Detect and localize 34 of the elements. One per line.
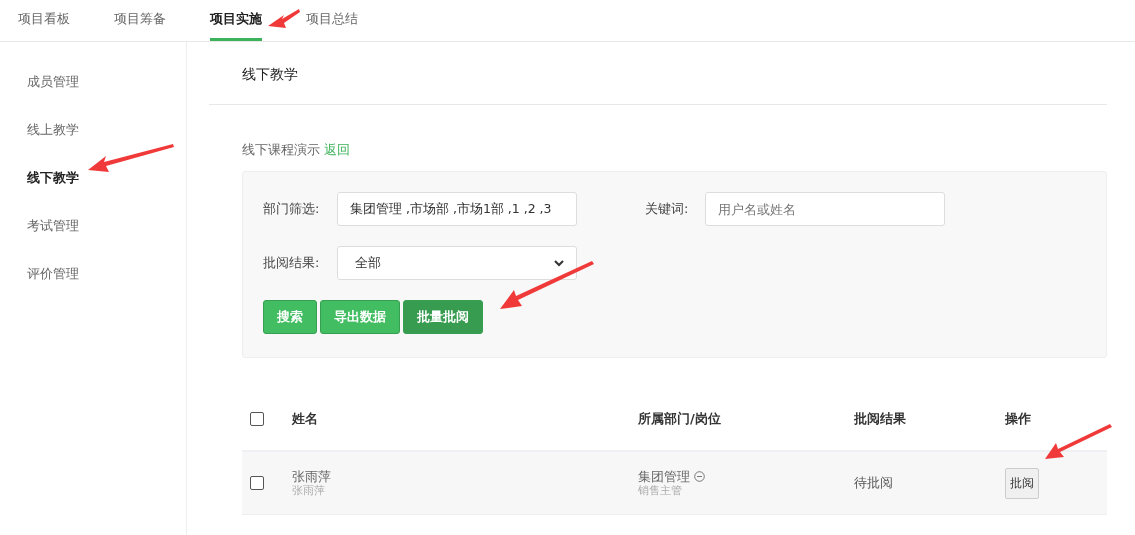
result-dropdown[interactable]: 全部 bbox=[337, 246, 577, 280]
field-label: 批阅结果: bbox=[263, 254, 321, 272]
annotation-arrow bbox=[1045, 424, 1112, 459]
chevron-down-icon bbox=[554, 259, 564, 267]
action-button[interactable]: 批量批阅 bbox=[403, 300, 483, 334]
collapse-icon[interactable] bbox=[694, 471, 705, 482]
sidebar-item[interactable]: 线下教学 bbox=[0, 168, 186, 216]
field-label: 关键词: bbox=[645, 200, 690, 218]
annotation-arrow bbox=[268, 9, 300, 28]
nav-tab[interactable]: 项目筹备 bbox=[114, 0, 166, 41]
row-checkbox[interactable] bbox=[250, 476, 264, 490]
sidebar-item[interactable]: 考试管理 bbox=[0, 216, 186, 264]
nav-tab[interactable]: 项目总结 bbox=[306, 0, 358, 41]
nav-tab[interactable]: 项目实施 bbox=[210, 0, 262, 41]
column-header: 姓名 bbox=[292, 410, 319, 428]
select-all-checkbox[interactable] bbox=[250, 412, 264, 426]
field-label: 部门筛选: bbox=[263, 200, 321, 218]
nav-tab[interactable]: 项目看板 bbox=[18, 0, 70, 41]
page-title: 线下教学 bbox=[209, 42, 1107, 105]
sidebar-item[interactable]: 线上教学 bbox=[0, 120, 186, 168]
column-header: 操作 bbox=[1005, 410, 1032, 428]
department-field[interactable]: 集团管理 ,市场部 ,市场1部 ,1 ,2 ,3 bbox=[337, 192, 577, 226]
table-cell-text: 待批阅 bbox=[854, 474, 894, 492]
sidebar-item[interactable]: 成员管理 bbox=[0, 72, 186, 120]
position-name: 销售主管 bbox=[638, 484, 682, 497]
user-username: 张雨萍 bbox=[292, 484, 325, 497]
department-name: 集团管理 bbox=[638, 469, 690, 484]
sidebar-item[interactable]: 评价管理 bbox=[0, 264, 186, 312]
column-header: 所属部门/岗位 bbox=[638, 410, 722, 428]
user-name: 张雨萍 bbox=[292, 469, 331, 484]
column-header: 批阅结果 bbox=[854, 410, 907, 428]
keyword-field[interactable]: 用户名或姓名 bbox=[705, 192, 945, 226]
breadcrumb-text: 线下课程演示 bbox=[242, 141, 320, 159]
review-button[interactable]: 批阅 bbox=[1005, 467, 1039, 499]
